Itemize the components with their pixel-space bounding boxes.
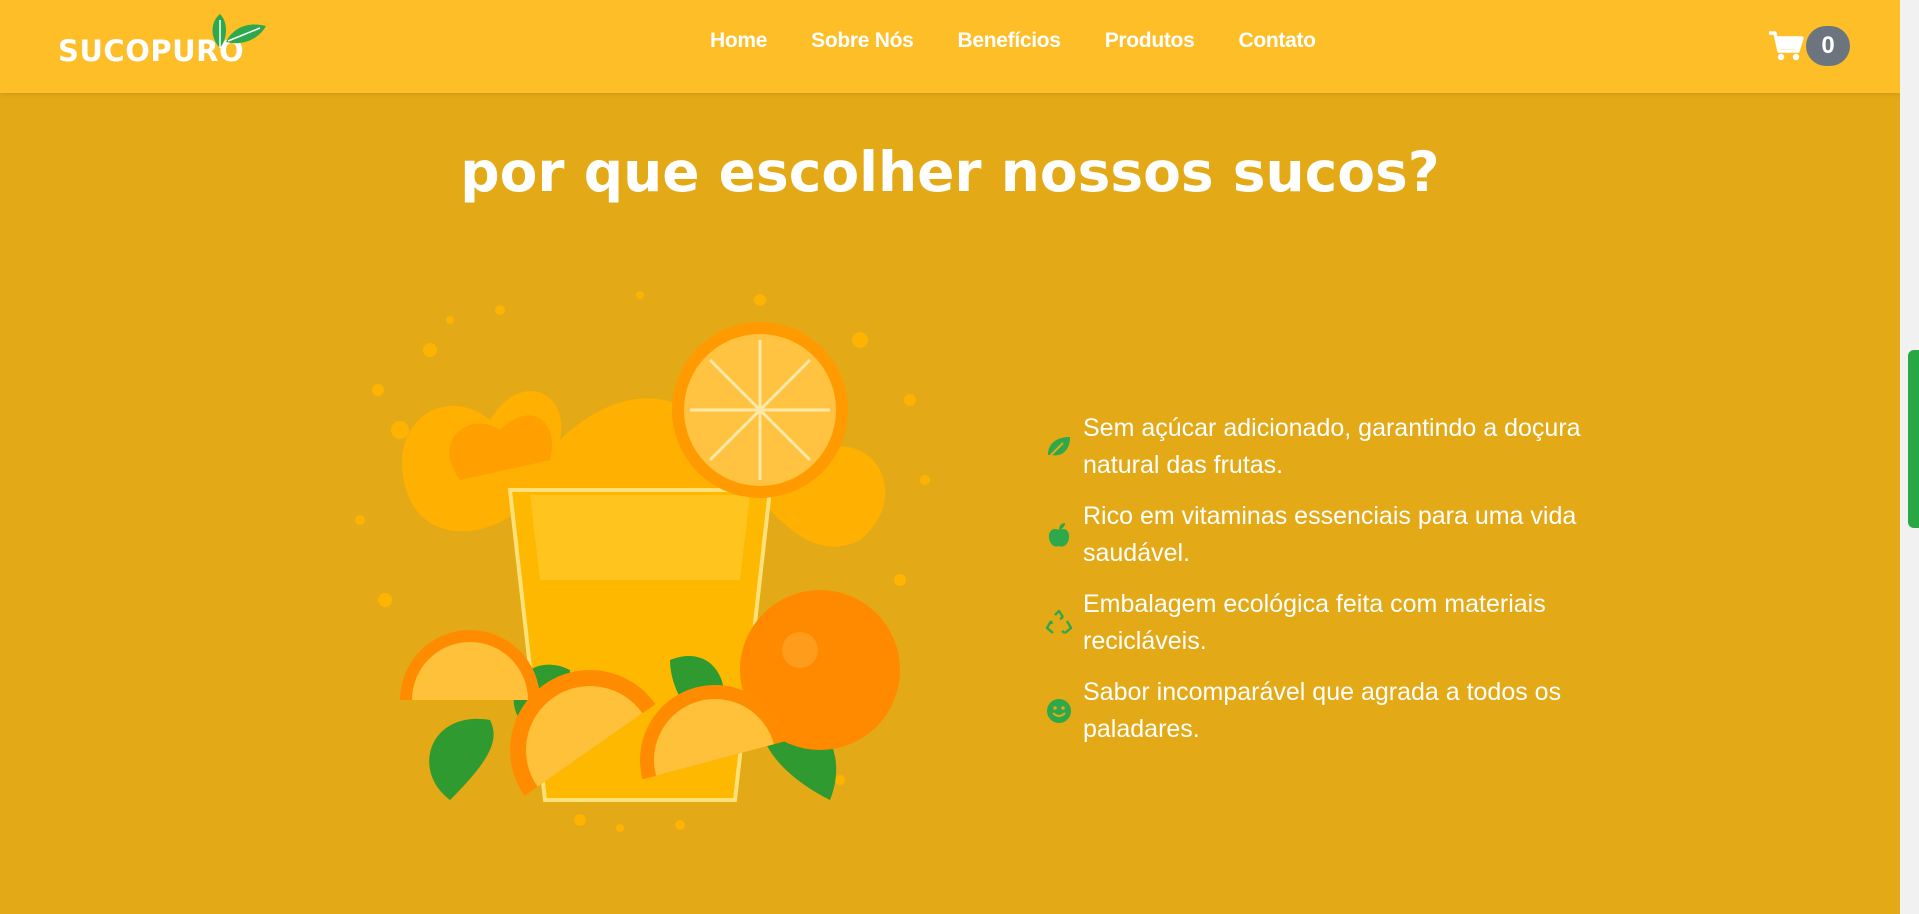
leaves-icon — [212, 14, 266, 48]
brand-logo[interactable]: SUCOPURO — [58, 12, 266, 72]
cart-button[interactable]: 0 — [1768, 26, 1850, 68]
orange-juice-splash-image — [355, 291, 930, 832]
benefit-text: Sem açúcar adicionado, garantindo a doçu… — [1083, 414, 1581, 479]
benefit-text: Rico em vitaminas essenciais para uma vi… — [1083, 502, 1577, 567]
nav-link-contato[interactable]: Contato — [1238, 29, 1316, 53]
recycle-icon — [1045, 609, 1073, 634]
benefits-list: Sem açúcar adicionado, garantindo a doçu… — [1045, 410, 1615, 762]
navbar: SUCOPURO Home Sobre Nós Benefícios Produ… — [0, 0, 1900, 93]
nav-link-produtos[interactable]: Produtos — [1105, 29, 1195, 53]
shopping-cart-icon — [1769, 31, 1804, 61]
smile-icon — [1047, 699, 1071, 723]
page-scrollbar[interactable] — [1900, 0, 1919, 914]
nav-link-beneficios[interactable]: Benefícios — [957, 29, 1061, 53]
nav-link-home[interactable]: Home — [710, 29, 767, 53]
list-item: Rico em vitaminas essenciais para uma vi… — [1045, 498, 1615, 572]
cart-count-badge: 0 — [1806, 26, 1850, 66]
list-item: Sabor incomparável que agrada a todos os… — [1045, 674, 1615, 748]
benefit-text: Embalagem ecológica feita com materiais … — [1083, 590, 1546, 655]
nav-link-sobre-nos[interactable]: Sobre Nós — [811, 29, 914, 53]
leaf-icon — [1047, 437, 1070, 459]
scrollbar-thumb[interactable] — [1908, 350, 1919, 528]
list-item: Sem açúcar adicionado, garantindo a doçu… — [1045, 410, 1615, 484]
section-title: Por que escolher nossos sucos? — [460, 140, 1440, 204]
list-item: Embalagem ecológica feita com materiais … — [1045, 586, 1615, 660]
apple-icon — [1048, 523, 1070, 547]
benefit-text: Sabor incomparável que agrada a todos os… — [1083, 678, 1562, 743]
main-nav: Home Sobre Nós Benefícios Produtos Conta… — [710, 29, 1360, 53]
